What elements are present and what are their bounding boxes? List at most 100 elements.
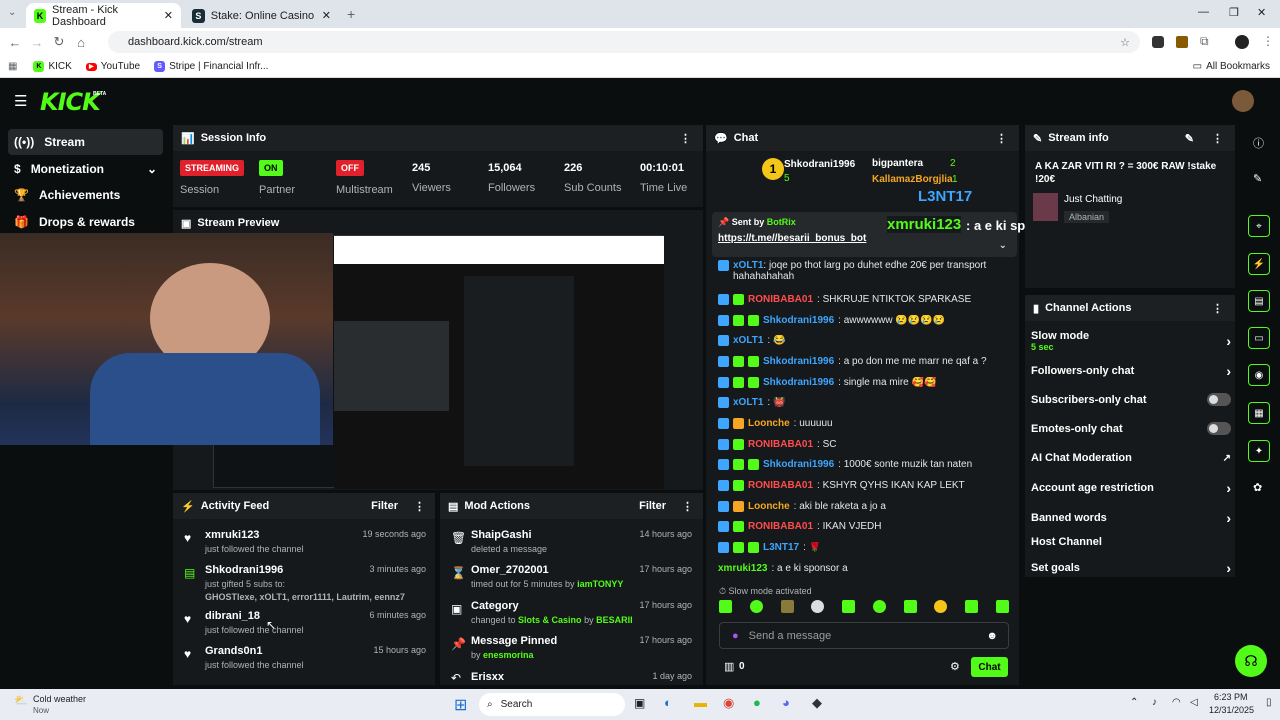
notification-icon[interactable]: ▯ (1266, 697, 1272, 708)
chrome-icon[interactable]: ◉ (723, 695, 734, 711)
emote-icon[interactable] (903, 600, 917, 613)
bookmark-youtube[interactable]: ▶ YouTube (85, 61, 140, 72)
chat-user[interactable]: xOLT1 (733, 335, 763, 346)
action-followers-only[interactable]: Followers-only chat › (1031, 363, 1231, 379)
filter-button[interactable]: Filter (639, 500, 666, 512)
extension-icon[interactable] (1176, 36, 1188, 48)
tab-kick-dashboard[interactable]: K Stream - Kick Dashboard ✕ (26, 3, 181, 28)
support-button[interactable]: ☊ (1235, 645, 1267, 677)
notes-icon[interactable]: ▤ (1248, 290, 1270, 312)
chevron-up-icon[interactable]: ⌃ (1130, 697, 1138, 708)
emotes-only-toggle[interactable] (1207, 422, 1231, 435)
kebab-menu-icon[interactable]: ⋮ (1212, 132, 1223, 145)
apps-icon[interactable]: ✿ (1253, 481, 1262, 494)
expand-icon[interactable]: ⌖ (1248, 215, 1270, 237)
chat-input[interactable]: ● Send a message ☻ (719, 622, 1009, 649)
kebab-menu-icon[interactable]: ⋮ (1212, 302, 1223, 315)
pinned-link[interactable]: https://t.me//besarii_bonus_bot (712, 233, 1017, 244)
chat-user[interactable]: L3NT17 (763, 542, 799, 553)
bookmark-stripe[interactable]: S Stripe | Financial Infr... (154, 61, 268, 72)
emote-icon[interactable] (749, 600, 763, 613)
top-gifter-name[interactable]: bigpantera (872, 158, 923, 169)
app-icon[interactable]: ◆ (812, 695, 822, 711)
chat-user[interactable]: xmruki123 (718, 563, 767, 574)
mod-user[interactable]: iamTONYY (577, 579, 623, 589)
kebab-menu-icon[interactable]: ⋮ (996, 132, 1007, 145)
bot-name[interactable]: BotRix (767, 217, 796, 227)
category-name[interactable]: Just Chatting (1064, 194, 1122, 205)
taskbar-search[interactable]: ⌕ Search (479, 693, 625, 716)
kebab-menu-icon[interactable]: ⋮ (680, 132, 691, 145)
volume-icon[interactable]: ◁ (1190, 697, 1198, 708)
folder-icon[interactable]: ▬ (694, 695, 707, 710)
star-icon[interactable]: ☆ (1120, 36, 1130, 49)
broadcast-icon[interactable]: ◉ (1248, 364, 1270, 386)
emoji-icon[interactable]: ☻ (986, 630, 998, 642)
sidebar-item-achievements[interactable]: 🏆 Achievements (8, 182, 163, 208)
edit-icon[interactable]: ✎ (1185, 132, 1194, 145)
emote-icon[interactable] (842, 600, 856, 613)
sidebar-item-monetization[interactable]: $ Monetization ⌄ (8, 156, 163, 182)
mod-user[interactable]: enesmorina (483, 650, 534, 660)
maximize-icon[interactable]: ❐ (1229, 6, 1239, 19)
reload-icon[interactable]: ↻ (48, 34, 70, 50)
action-banned-words[interactable]: Banned words › (1031, 510, 1231, 526)
edge-icon[interactable]: ◐ (664, 695, 672, 710)
windows-start-icon[interactable]: ⊞ (454, 695, 467, 715)
profile-icon[interactable] (1235, 35, 1249, 49)
chat-user[interactable]: Shkodrani1996 (763, 459, 834, 470)
kebab-menu-icon[interactable]: ⋮ (414, 500, 425, 513)
discord-icon[interactable]: ◕ (782, 695, 790, 710)
filter-button[interactable]: Filter (371, 500, 398, 512)
action-host-channel[interactable]: Host Channel (1031, 536, 1231, 548)
chat-user[interactable]: Shkodrani1996 (763, 356, 834, 367)
apps-icon[interactable]: ▦ (8, 61, 17, 72)
emote-icon[interactable] (934, 600, 948, 613)
window-close-icon[interactable]: ✕ (1257, 6, 1266, 19)
close-icon[interactable]: ✕ (164, 9, 173, 22)
mic-icon[interactable]: ● (732, 630, 739, 642)
emote-icon[interactable] (811, 600, 825, 613)
chat-user[interactable]: xOLT1 (733, 397, 763, 408)
extension-icon[interactable] (1152, 36, 1164, 48)
kick-logo[interactable]: KICK (40, 88, 101, 116)
back-icon[interactable]: ← (4, 35, 26, 50)
info-icon[interactable]: ⓘ (1253, 135, 1264, 151)
wifi-icon[interactable]: ◠ (1172, 697, 1181, 708)
chat-user[interactable]: Shkodrani1996 (763, 315, 834, 326)
lightning-icon[interactable]: ⚡ (1248, 253, 1270, 275)
mic-icon[interactable]: ♪ (1152, 697, 1157, 708)
chat-icon[interactable]: ▭ (1248, 327, 1270, 349)
clock-date[interactable]: 12/31/2025 (1209, 705, 1254, 715)
action-ai-moderation[interactable]: AI Chat Moderation ↗ (1031, 452, 1231, 464)
emote-icon[interactable] (995, 600, 1009, 613)
emote-icon[interactable] (872, 600, 886, 613)
spotify-icon[interactable]: ● (753, 695, 761, 710)
top-gifter-name[interactable]: KallamazBorgjlia (872, 174, 953, 185)
action-slow-mode[interactable]: Slow mode 5 sec › (1031, 330, 1231, 352)
forward-icon[interactable]: → (26, 35, 48, 50)
chat-user[interactable]: RONIBABA01 (748, 480, 813, 491)
chat-user[interactable]: RONIBABA01 (748, 294, 813, 305)
category-link[interactable]: Slots & Casino (518, 615, 582, 625)
chat-user[interactable]: xOLT1 (733, 260, 763, 271)
chat-user[interactable]: Loonche (748, 418, 790, 429)
chevron-down-icon[interactable]: ⌄ (999, 240, 1007, 251)
edit-icon[interactable]: ✎ (1253, 172, 1262, 185)
action-set-goals[interactable]: Set goals › (1031, 560, 1231, 576)
avatar[interactable] (1232, 90, 1254, 112)
minimize-icon[interactable]: — (1198, 6, 1209, 18)
tab-stake[interactable]: S Stake: Online Casino & Sports ✕ (184, 3, 339, 28)
emote-icon[interactable] (719, 600, 732, 613)
tab-search-icon[interactable]: ⌄ (8, 7, 16, 18)
layers-icon[interactable]: ▦ (1248, 402, 1270, 424)
send-chat-button[interactable]: Chat (971, 657, 1008, 677)
home-icon[interactable]: ⌂ (70, 35, 92, 50)
mod-user[interactable]: BESARII (596, 615, 633, 625)
gear-icon[interactable]: ⚙ (950, 660, 960, 673)
emote-icon[interactable] (965, 600, 979, 613)
chat-user[interactable]: Shkodrani1996 (763, 377, 834, 388)
emote-icon[interactable] (780, 600, 794, 613)
puzzle-icon[interactable]: ⧉ (1200, 34, 1209, 49)
hamburger-menu-icon[interactable]: ☰ (14, 92, 27, 110)
